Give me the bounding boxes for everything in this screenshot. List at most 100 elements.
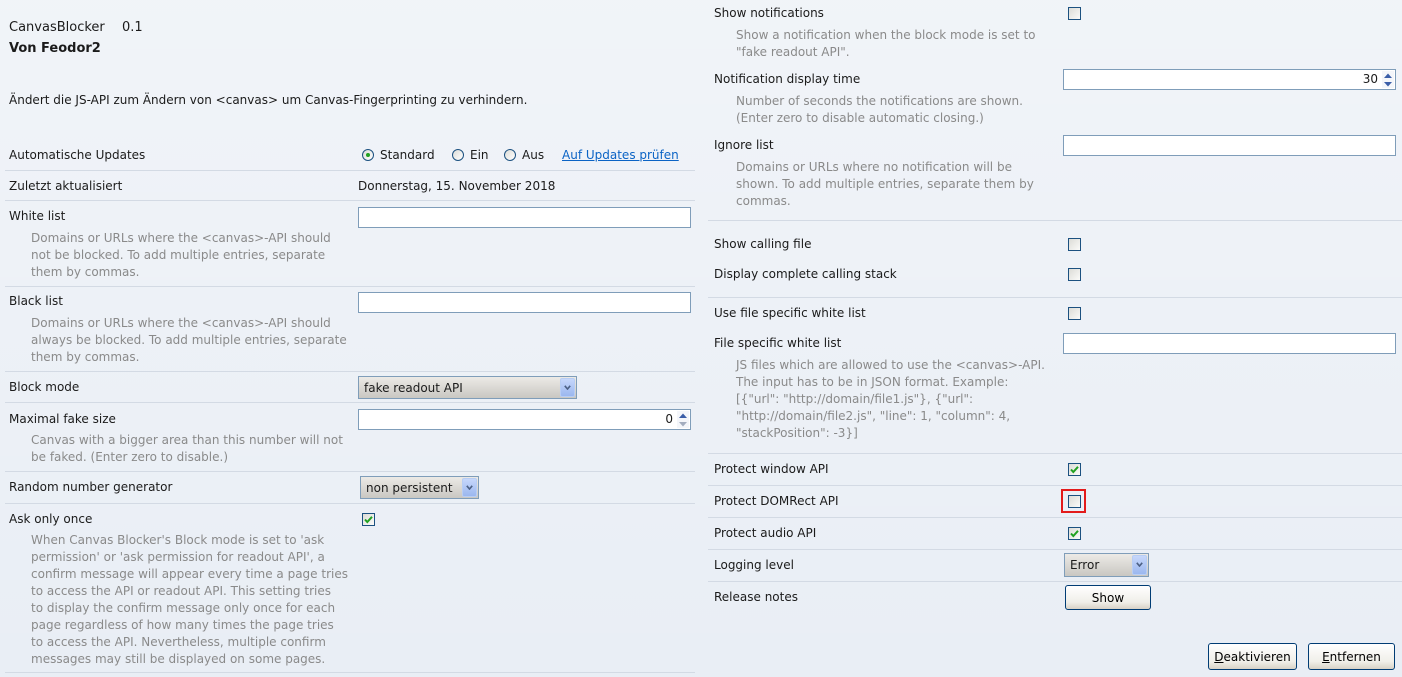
show-notifications-label: Show notifications [714,6,824,20]
row-divider [708,549,1402,550]
row-divider [5,402,695,403]
rng-label: Random number generator [9,480,173,494]
logging-level-select[interactable]: Error [1064,553,1149,577]
spin-down-button[interactable] [677,419,689,428]
spin-up-button[interactable] [1382,71,1394,80]
description-line: to access the API or readout API. This s… [31,584,331,598]
addon-version: 0.1 [122,20,143,35]
rng-select[interactable]: non persistent [360,476,479,499]
addon-name: CanvasBlocker [9,20,105,35]
black-list-description: Domains or URLs where the <canvas>-API s… [31,315,347,366]
show-release-notes-button[interactable]: Show [1065,585,1151,610]
row-divider [5,471,695,472]
description-line: confirm message will appear every time a… [31,567,348,581]
notification-time-description: Number of seconds the notifications are … [736,93,1023,127]
description-line: shown. To add multiple entries, separate… [736,177,1034,191]
block-mode-select[interactable]: fake readout API [358,376,577,399]
release-notes-label: Release notes [714,590,798,604]
disable-button[interactable]: Deaktivieren [1208,643,1297,670]
description-line: Show a notification when the block mode … [736,28,1036,42]
chevron-down-icon [564,384,571,390]
row-divider [708,581,1402,582]
spin-down-icon [679,421,687,426]
ignore-list-label: Ignore list [714,138,774,152]
white-list-label: White list [9,209,66,223]
protect-audio-label: Protect audio API [714,526,817,540]
description-line: Domains or URLs where no notification wi… [736,160,1012,174]
description-line: Domains or URLs where the <canvas>-API s… [31,231,331,245]
spin-up-icon [679,413,687,418]
show-calling-file-checkbox[interactable] [1068,238,1081,251]
chevron-down-icon [466,484,473,490]
white-list-input[interactable] [358,207,691,228]
file-whitelist-input[interactable] [1063,333,1396,354]
block-mode-value: fake readout API [364,380,463,395]
row-divider [708,297,1402,298]
description-line: Number of seconds the notifications are … [736,94,1023,108]
auto-updates-label: Automatische Updates [9,148,146,162]
protect-window-checkbox[interactable] [1068,463,1081,476]
description-line: "stackPosition": -3}] [736,426,858,440]
description-line: be faked. (Enter zero to disable.) [31,450,229,464]
radio-standard[interactable] [362,149,374,161]
description-line: JS files which are allowed to use the <c… [736,358,1045,372]
description-line: commas. [736,194,791,208]
description-line: to access the API. Nevertheless, multipl… [31,635,326,649]
row-divider [5,170,695,171]
show-calling-file-label: Show calling file [714,237,812,251]
row-divider [5,371,695,372]
dropdown-button[interactable] [462,478,477,497]
chevron-down-icon [1136,562,1143,567]
description-line: "http://domain/file2.js", "line": 1, "co… [736,409,1011,423]
description-line: them by commas. [31,350,140,364]
description-line: permission' or 'ask permission for reado… [31,550,325,564]
radio-label-standard[interactable]: Standard [380,147,435,163]
show-notifications-checkbox[interactable] [1068,7,1081,20]
display-stack-checkbox[interactable] [1068,268,1081,281]
radio-label-aus[interactable]: Aus [522,147,544,163]
notification-time-value: 30 [1362,72,1378,86]
black-list-label: Black list [9,294,63,308]
radio-label-ein[interactable]: Ein [470,147,489,163]
check-updates-link[interactable]: Auf Updates prüfen [562,147,679,163]
description-line: [{"url": "http://domain/file1.js"}, {"ur… [736,392,974,406]
use-file-whitelist-checkbox[interactable] [1068,307,1081,320]
dropdown-button[interactable] [1132,555,1147,575]
notification-time-spinner[interactable] [1382,71,1394,88]
protect-domrect-label: Protect DOMRect API [714,494,839,508]
spin-up-button[interactable] [677,411,689,420]
disable-button-label: Deaktivieren [1214,649,1291,664]
display-stack-label: Display complete calling stack [714,267,897,281]
row-divider [708,485,1402,486]
file-whitelist-label: File specific white list [714,336,842,350]
description-line: Domains or URLs where the <canvas>-API s… [31,316,331,330]
row-divider [5,286,695,287]
protect-audio-checkbox[interactable] [1068,527,1081,540]
highlight-box [1061,489,1086,513]
description-line: "fake readout API". [736,45,850,59]
checkmark-icon [364,516,373,524]
rng-value: non persistent [366,480,453,495]
show-notifications-description: Show a notification when the block mode … [736,27,1036,61]
last-updated-label: Zuletzt aktualisiert [9,179,123,193]
row-divider [5,503,695,504]
max-fake-size-spinner[interactable] [677,411,689,428]
dropdown-button[interactable] [560,378,575,397]
max-fake-size-input[interactable]: 0 [358,409,691,430]
description-line: When Canvas Blocker's Block mode is set … [31,533,325,547]
ignore-list-input[interactable] [1063,135,1396,156]
addon-description: Ändert die JS-API zum Ändern von <canvas… [9,93,528,107]
remove-button[interactable]: Entfernen [1308,643,1395,670]
description-line: always be blocked. To add multiple entri… [31,333,347,347]
spin-down-button[interactable] [1382,79,1394,88]
row-divider [708,453,1402,454]
checkmark-icon [1070,530,1079,538]
radio-aus[interactable] [504,149,516,161]
radio-ein[interactable] [452,149,464,161]
addon-author: Von Feodor2 [9,41,101,56]
black-list-input[interactable] [358,292,691,313]
notification-time-label: Notification display time [714,72,861,86]
show-button-label: Show [1091,590,1125,605]
notification-time-input[interactable]: 30 [1063,69,1396,90]
ask-only-once-checkbox[interactable] [362,513,375,526]
